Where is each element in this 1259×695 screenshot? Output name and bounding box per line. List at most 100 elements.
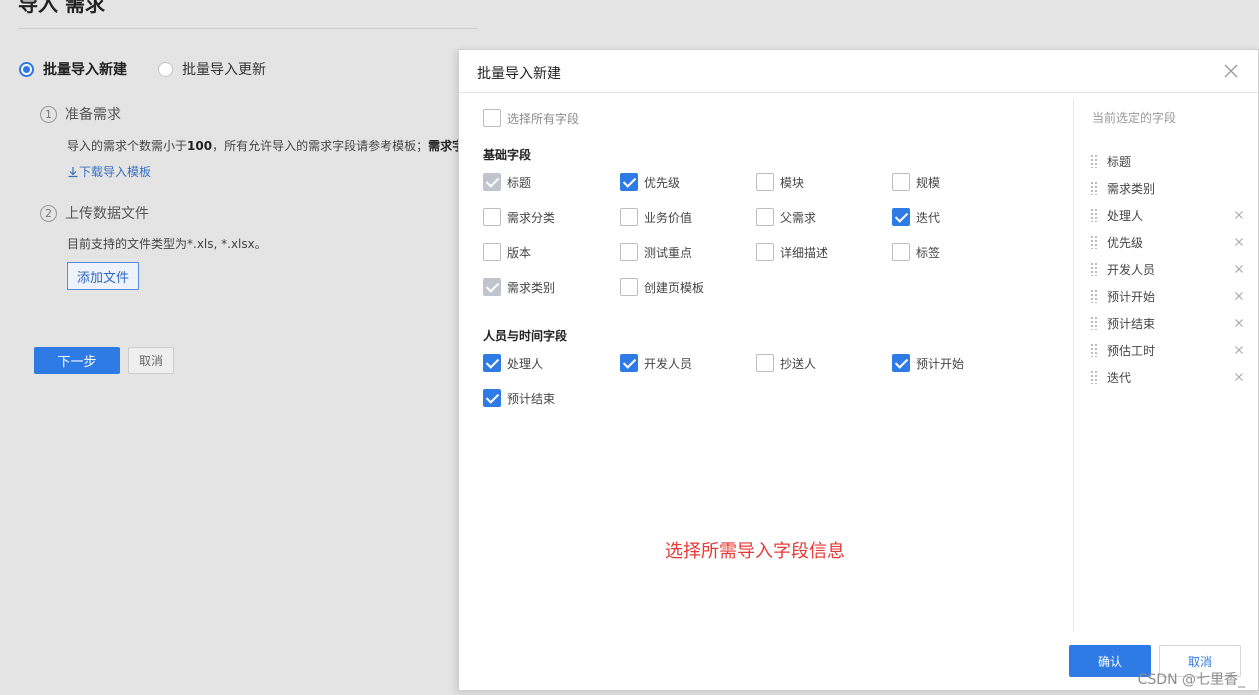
- field-label: 版本: [507, 245, 532, 260]
- field-label: 开发人员: [644, 356, 693, 371]
- field-checkbox[interactable]: 测试重点: [620, 243, 692, 261]
- selected-field-item[interactable]: 优先级: [1090, 232, 1246, 252]
- remove-icon[interactable]: [1232, 262, 1246, 276]
- field-checkbox[interactable]: 优先级: [620, 173, 680, 191]
- field-checkbox: 标题: [483, 173, 531, 191]
- selected-field-label: 预计开始: [1107, 289, 1156, 304]
- field-label: 处理人: [507, 356, 544, 371]
- remove-icon[interactable]: [1232, 235, 1246, 249]
- drag-handle-icon[interactable]: [1090, 262, 1098, 276]
- selected-field-label: 标题: [1107, 154, 1132, 169]
- checkbox-icon: [620, 278, 638, 296]
- selected-field-item[interactable]: 预估工时: [1090, 340, 1246, 360]
- field-checkbox[interactable]: 处理人: [483, 354, 543, 372]
- drag-handle-icon[interactable]: [1090, 370, 1098, 384]
- step-number: 1: [40, 105, 57, 123]
- step-2-header: 2 上传数据文件: [40, 203, 149, 223]
- add-file-button[interactable]: 添加文件: [67, 262, 139, 290]
- drag-handle-icon[interactable]: [1090, 154, 1098, 168]
- field-selection-pane: 选择所有字段 基础字段 标题 优先级 模块 规模需求分类 业务价值 父需求 迭代版本 测试重点…: [459, 94, 1073, 634]
- step-title: 准备需求: [65, 107, 121, 123]
- drag-handle-icon[interactable]: [1090, 343, 1098, 357]
- remove-icon[interactable]: [1232, 208, 1246, 222]
- field-checkbox[interactable]: 标签: [892, 243, 940, 261]
- radio-batch-update[interactable]: 批量导入更新: [158, 59, 266, 79]
- field-checkbox[interactable]: 业务价值: [620, 208, 692, 226]
- checkbox-checked-icon: [483, 173, 501, 191]
- field-checkbox[interactable]: 预计结束: [483, 389, 555, 407]
- radio-label: 批量导入新建: [43, 62, 127, 78]
- download-icon: [68, 166, 78, 177]
- dialog-header: 批量导入新建: [459, 50, 1258, 93]
- checkbox-checked-icon: [892, 208, 910, 226]
- checkbox-icon: [756, 173, 774, 191]
- field-checkbox[interactable]: 规模: [892, 173, 940, 191]
- checkbox-icon: [620, 243, 638, 261]
- field-checkbox[interactable]: 创建页模板: [620, 278, 704, 296]
- radio-label: 批量导入更新: [182, 62, 266, 78]
- selected-field-label: 优先级: [1107, 235, 1144, 250]
- checkbox-icon: [892, 243, 910, 261]
- checkbox-checked-icon: [483, 354, 501, 372]
- field-label: 预计开始: [916, 356, 965, 371]
- checkbox-icon: [620, 208, 638, 226]
- remove-icon[interactable]: [1232, 370, 1246, 384]
- checkbox-checked-icon: [483, 389, 501, 407]
- remove-icon[interactable]: [1232, 316, 1246, 330]
- drag-handle-icon[interactable]: [1090, 208, 1098, 222]
- field-label: 需求类别: [507, 280, 556, 295]
- drag-handle-icon[interactable]: [1090, 181, 1098, 195]
- next-step-button[interactable]: 下一步: [34, 347, 120, 374]
- import-fields-dialog: 批量导入新建 选择所有字段 基础字段 标题 优先级 模块 规模 需求分类 业务价值 父需求迭…: [458, 49, 1259, 691]
- download-template-link[interactable]: 下载导入模板: [67, 163, 151, 180]
- field-label: 模块: [780, 175, 805, 190]
- radio-batch-create[interactable]: 批量导入新建: [19, 59, 127, 79]
- field-checkbox[interactable]: 迭代: [892, 208, 940, 226]
- group-title-basic: 基础字段: [483, 148, 532, 162]
- field-checkbox[interactable]: 版本: [483, 243, 531, 261]
- field-checkbox[interactable]: 模块: [756, 173, 804, 191]
- selected-field-item[interactable]: 预计开始: [1090, 286, 1246, 306]
- field-checkbox[interactable]: 详细描述: [756, 243, 828, 261]
- dialog-title: 批量导入新建: [477, 66, 561, 82]
- field-label: 抄送人: [780, 356, 817, 371]
- field-checkbox[interactable]: 抄送人: [756, 354, 816, 372]
- selected-field-item[interactable]: 开发人员: [1090, 259, 1246, 279]
- remove-icon[interactable]: [1232, 289, 1246, 303]
- selected-field-label: 需求类别: [1107, 181, 1156, 196]
- selected-field-label: 预计结束: [1107, 316, 1156, 331]
- remove-icon[interactable]: [1232, 343, 1246, 357]
- selected-field-item[interactable]: 标题: [1090, 151, 1246, 171]
- selected-fields-pane: 当前选定的字段 标题需求类别处理人优先级开发人员预计开始预计结束预估工时迭代: [1073, 99, 1259, 631]
- drag-handle-icon[interactable]: [1090, 316, 1098, 330]
- field-label: 测试重点: [644, 245, 693, 260]
- checkbox-checked-icon: [620, 173, 638, 191]
- step-1-description: 导入的需求个数需小于100，所有允许导入的需求字段请参考模板；需求字: [67, 139, 465, 153]
- selected-field-item[interactable]: 处理人: [1090, 205, 1246, 225]
- selected-field-item[interactable]: 迭代: [1090, 367, 1246, 387]
- field-label: 详细描述: [780, 245, 829, 260]
- step-number: 2: [40, 204, 57, 222]
- download-link-label: 下载导入模板: [79, 165, 152, 179]
- field-label: 优先级: [644, 175, 681, 190]
- checkbox-icon: [756, 354, 774, 372]
- selected-field-item[interactable]: 需求类别: [1090, 178, 1246, 198]
- selected-fields-title: 当前选定的字段: [1092, 111, 1177, 125]
- field-label: 业务价值: [644, 210, 693, 225]
- selected-field-item[interactable]: 预计结束: [1090, 313, 1246, 333]
- field-label: 需求分类: [507, 210, 556, 225]
- field-checkbox[interactable]: 开发人员: [620, 354, 692, 372]
- field-label: 标签: [916, 245, 941, 260]
- checkbox-checked-icon: [892, 354, 910, 372]
- close-icon[interactable]: [1222, 62, 1240, 80]
- field-label: 父需求: [780, 210, 817, 225]
- step-2-description: 目前支持的文件类型为*.xls, *.xlsx。: [67, 237, 267, 251]
- drag-handle-icon[interactable]: [1090, 235, 1098, 249]
- drag-handle-icon[interactable]: [1090, 289, 1098, 303]
- field-checkbox[interactable]: 父需求: [756, 208, 816, 226]
- background-cancel-button[interactable]: 取消: [128, 347, 174, 374]
- field-checkbox[interactable]: 预计开始: [892, 354, 964, 372]
- selected-field-label: 开发人员: [1107, 262, 1156, 277]
- field-checkbox[interactable]: 需求分类: [483, 208, 555, 226]
- select-all-checkbox[interactable]: 选择所有字段: [483, 109, 579, 127]
